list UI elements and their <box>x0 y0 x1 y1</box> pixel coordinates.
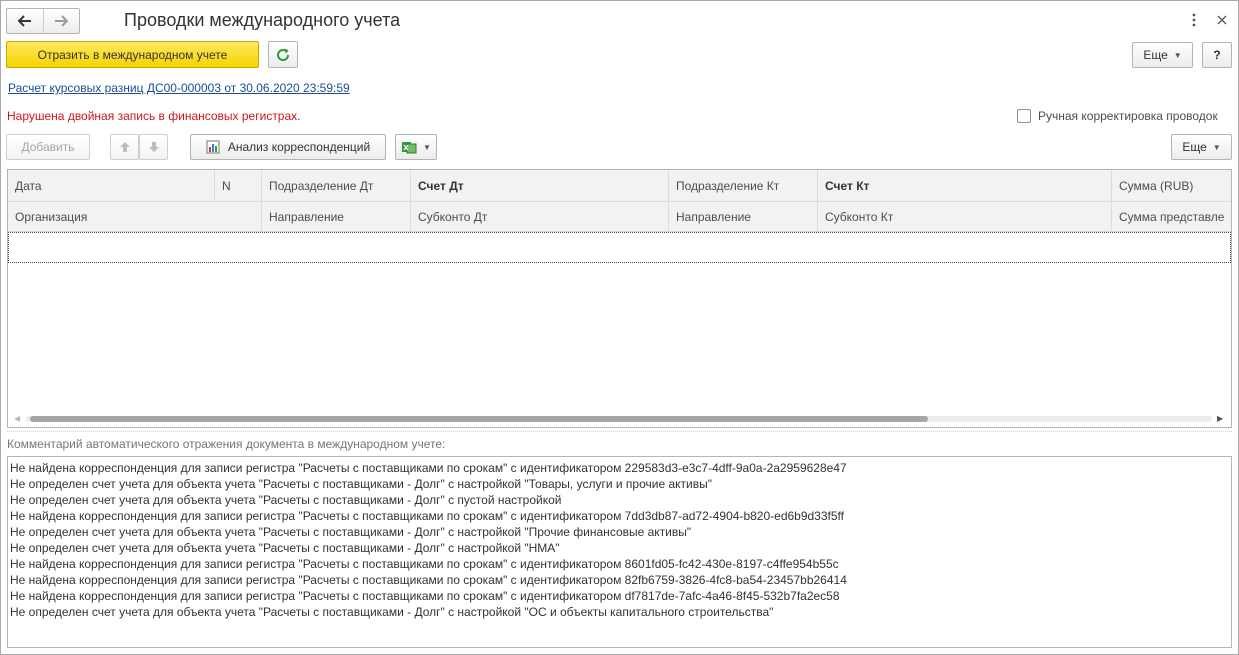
column-header-amount-rub[interactable]: Сумма (RUB) <box>1112 170 1231 201</box>
chart-icon <box>206 140 220 154</box>
column-header-account-dt[interactable]: Счет Дт <box>411 170 669 201</box>
refresh-icon <box>277 48 290 61</box>
form-title: Проводки международного учета <box>124 10 401 30</box>
column-header-number[interactable]: N <box>215 170 262 201</box>
navigation-group <box>6 8 80 34</box>
table-more-button[interactable]: Еще ▼ <box>1171 134 1232 160</box>
comment-line: Не найдена корреспонденция для записи ре… <box>10 557 839 571</box>
column-header-department-dt[interactable]: Подразделение Дт <box>262 170 411 201</box>
add-button[interactable]: Добавить <box>6 134 90 160</box>
more-button-label: Еще <box>1143 48 1168 62</box>
refresh-button[interactable] <box>268 41 298 68</box>
column-header-direction-kt[interactable]: Направление <box>669 201 818 232</box>
column-header-date[interactable]: Дата <box>8 170 215 201</box>
form-window: Проводки международного учета Отразить в… <box>0 0 1239 655</box>
arrow-right-icon <box>55 15 69 27</box>
analysis-button-label: Анализ корреспонденций <box>227 140 371 154</box>
reflect-button-label: Отразить в международном учете <box>37 47 228 62</box>
dropdown-caret-icon: ▼ <box>1173 50 1182 60</box>
add-button-label: Добавить <box>21 140 75 154</box>
close-button[interactable] <box>1215 12 1229 28</box>
manual-correction-label[interactable]: Ручная корректировка проводок <box>1038 109 1218 123</box>
column-header-organization[interactable]: Организация <box>8 201 262 232</box>
arrow-left-icon <box>17 15 31 27</box>
column-header-subconto-dt[interactable]: Субконто Дт <box>411 201 669 232</box>
scroll-thumb[interactable] <box>30 416 928 422</box>
vertical-dots-icon <box>1192 13 1196 27</box>
more-button[interactable]: Еще ▼ <box>1132 42 1193 68</box>
column-header-direction-dt[interactable]: Направление <box>262 201 411 232</box>
entries-table[interactable]: Дата N Подразделение Дт Счет Дт Подразде… <box>7 169 1232 428</box>
back-button[interactable] <box>7 9 43 33</box>
horizontal-scrollbar[interactable]: ◀ ▶ <box>8 410 1231 427</box>
divider <box>7 431 1232 432</box>
arrow-up-icon <box>119 142 130 152</box>
window-more-button[interactable] <box>1187 12 1201 28</box>
column-header-subconto-kt[interactable]: Субконто Кт <box>818 201 1112 232</box>
dropdown-caret-icon: ▼ <box>1212 142 1221 152</box>
correspondence-analysis-button[interactable]: Анализ корреспонденций <box>190 134 386 160</box>
move-up-button[interactable] <box>110 134 139 160</box>
move-down-button[interactable] <box>139 134 168 160</box>
comment-line: Не найдена корреспонденция для записи ре… <box>10 509 844 523</box>
comment-label: Комментарий автоматического отражения до… <box>7 437 446 451</box>
close-icon <box>1217 15 1227 25</box>
dropdown-caret-icon: ▼ <box>423 142 431 152</box>
excel-export-icon <box>402 142 417 154</box>
table-row-empty[interactable] <box>8 232 1231 263</box>
help-button[interactable]: ? <box>1202 42 1232 68</box>
arrow-down-icon <box>148 142 159 152</box>
reflect-in-international-accounting-button[interactable]: Отразить в международном учете <box>6 41 259 68</box>
scroll-left-icon[interactable]: ◀ <box>14 414 20 423</box>
comment-line: Не определен счет учета для объекта учет… <box>10 477 712 491</box>
comment-line: Не найдена корреспонденция для записи ре… <box>10 461 847 475</box>
error-message: Нарушена двойная запись в финансовых рег… <box>7 109 301 123</box>
comment-line: Не найдена корреспонденция для записи ре… <box>10 589 840 603</box>
comment-line: Не определен счет учета для объекта учет… <box>10 493 562 507</box>
scroll-right-icon[interactable]: ▶ <box>1217 414 1223 423</box>
column-header-account-kt[interactable]: Счет Кт <box>818 170 1112 201</box>
column-header-department-kt[interactable]: Подразделение Кт <box>669 170 818 201</box>
help-button-label: ? <box>1213 48 1221 62</box>
manual-correction-checkbox[interactable] <box>1017 109 1031 123</box>
table-more-button-label: Еще <box>1182 140 1207 154</box>
comment-field[interactable]: Не найдена корреспонденция для записи ре… <box>7 456 1232 648</box>
comment-line: Не определен счет учета для объекта учет… <box>10 605 774 619</box>
forward-button[interactable] <box>42 9 80 33</box>
column-header-amount-presentation[interactable]: Сумма представле <box>1112 201 1231 232</box>
comment-line: Не определен счет учета для объекта учет… <box>10 541 560 555</box>
document-link[interactable]: Расчет курсовых разниц ДС00-000003 от 30… <box>8 81 350 95</box>
comment-line: Не найдена корреспонденция для записи ре… <box>10 573 847 587</box>
table-header: Дата N Подразделение Дт Счет Дт Подразде… <box>8 170 1231 232</box>
comment-line: Не определен счет учета для объекта учет… <box>10 525 692 539</box>
export-dropdown-button[interactable]: ▼ <box>395 134 437 160</box>
